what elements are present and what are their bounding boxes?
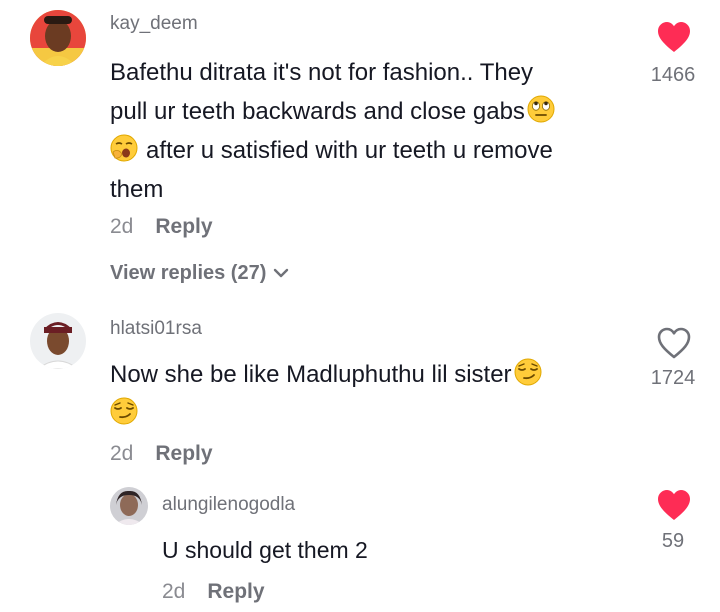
comment-text-line: Bafethu ditrata it's not for fashion.. T… — [110, 59, 534, 86]
like-button[interactable] — [656, 488, 692, 524]
comment-meta: 2d Reply — [110, 215, 213, 239]
like-count: 59 — [661, 530, 685, 552]
comment-text-line: after u satisfied with ur teeth u remove — [110, 131, 555, 170]
reply-button[interactable]: Reply — [207, 580, 264, 603]
comment-meta: 2d Reply — [162, 580, 265, 604]
avatar[interactable] — [30, 313, 86, 369]
avatar[interactable] — [30, 10, 86, 66]
comment-meta: 2d Reply — [110, 442, 213, 466]
avatar-image — [30, 313, 86, 369]
heart-outline-icon — [657, 327, 691, 359]
comment-text-line: pull ur teeth backwards and close gabs — [110, 92, 555, 131]
rolling-eyes-emoji — [527, 95, 555, 135]
like-count: 1466 — [650, 64, 696, 86]
comment-time: 2d — [110, 215, 134, 238]
avatar[interactable] — [110, 487, 148, 525]
avatar-image — [110, 487, 148, 525]
like-button[interactable] — [656, 326, 692, 362]
reply-button[interactable]: Reply — [155, 442, 212, 465]
heart-filled-icon — [658, 22, 690, 52]
comment-username[interactable]: hlatsi01rsa — [110, 318, 202, 340]
view-replies-button[interactable]: View replies (27) — [110, 262, 290, 286]
smirking-face-emoji — [110, 397, 138, 437]
smirking-face-emoji — [514, 358, 542, 398]
comment-time: 2d — [110, 442, 134, 465]
comment-time: 2d — [162, 580, 186, 603]
comment-text-line — [110, 394, 542, 433]
comment-username[interactable]: kay_deem — [110, 13, 198, 35]
avatar-image — [30, 10, 86, 66]
comment-username[interactable]: alungilenogodla — [162, 494, 295, 516]
like-count: 1724 — [650, 367, 696, 389]
comment-text: U should get them 2 — [162, 537, 368, 563]
comment-text: Bafethu ditrata it's not for fashion.. T… — [110, 53, 555, 209]
reply-button[interactable]: Reply — [155, 215, 212, 238]
comment-text: Now she be like Madluphuthu lil sister — [110, 355, 542, 433]
comment-text-line: Now she be like Madluphuthu lil sister — [110, 355, 542, 394]
yawning-face-emoji — [110, 134, 138, 174]
heart-filled-icon — [658, 490, 690, 520]
like-button[interactable] — [656, 20, 692, 56]
chevron-down-icon — [272, 263, 290, 286]
comment-text-line: them — [110, 176, 164, 203]
